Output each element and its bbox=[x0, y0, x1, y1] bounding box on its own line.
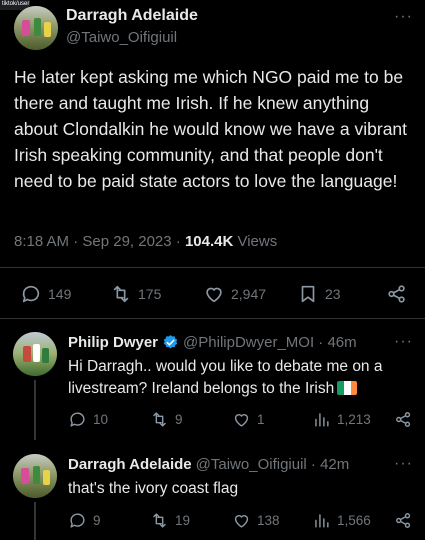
reply-button[interactable]: 10 bbox=[68, 410, 108, 429]
verified-badge-icon bbox=[163, 335, 178, 349]
views-chart-icon bbox=[315, 514, 329, 528]
tweet-timestamp[interactable]: 8:18 AM · Sep 29, 2023 · bbox=[14, 233, 185, 250]
thread-line bbox=[34, 380, 36, 440]
views-count: 1,213 bbox=[337, 412, 371, 427]
reply-header: Darragh Adelaide @Taiwo_Oifigiuil · 42m bbox=[68, 456, 349, 473]
heart-icon bbox=[206, 287, 222, 303]
avatar[interactable] bbox=[14, 6, 58, 50]
heart-icon bbox=[234, 414, 249, 427]
share-button[interactable] bbox=[386, 283, 408, 305]
retweet-count: 9 bbox=[175, 412, 183, 427]
reply-icon bbox=[70, 513, 85, 528]
reply-button[interactable]: 9 bbox=[68, 511, 101, 530]
retweet-button[interactable]: 19 bbox=[150, 511, 190, 530]
share-button[interactable] bbox=[394, 511, 413, 530]
tweet-text: He later kept asking me which NGO paid m… bbox=[14, 67, 408, 191]
bookmark-count: 23 bbox=[325, 286, 341, 302]
reply-icon bbox=[70, 412, 85, 427]
more-options-button[interactable]: ··· bbox=[394, 333, 413, 351]
bookmark-icon bbox=[301, 285, 315, 303]
divider bbox=[0, 318, 425, 319]
divider bbox=[0, 267, 425, 268]
views-count: 1,566 bbox=[337, 513, 371, 528]
retweet-count: 19 bbox=[175, 513, 191, 528]
reply-count: 149 bbox=[48, 286, 72, 302]
reply-icon bbox=[22, 285, 40, 303]
reply-count: 9 bbox=[93, 513, 101, 528]
thread-line bbox=[34, 502, 36, 540]
share-icon bbox=[396, 412, 411, 427]
reply-avatar[interactable] bbox=[13, 332, 57, 376]
tweet-meta: 8:18 AM · Sep 29, 2023 · 104.4K Views bbox=[14, 233, 277, 250]
author-handle[interactable]: @Taiwo_Oifigiuil bbox=[66, 29, 177, 46]
reply-avatar[interactable] bbox=[13, 454, 57, 498]
reply-author-handle[interactable]: @PhilipDwyer_MOI · 46m bbox=[183, 334, 357, 351]
reply-header: Philip Dwyer @PhilipDwyer_MOI · 46m bbox=[68, 334, 357, 351]
like-button[interactable]: 1 bbox=[232, 410, 265, 429]
views-button[interactable]: 1,213 bbox=[312, 410, 371, 429]
retweet-count: 175 bbox=[138, 286, 162, 302]
share-icon bbox=[388, 285, 405, 303]
reply-author-name[interactable]: Darragh Adelaide bbox=[68, 456, 192, 473]
views-label: Views bbox=[233, 233, 278, 250]
like-count: 2,947 bbox=[231, 286, 267, 302]
reply-count: 10 bbox=[93, 412, 109, 427]
retweet-icon bbox=[113, 285, 129, 303]
reply-text: that's the ivory coast flag bbox=[68, 480, 239, 497]
retweet-button[interactable]: 9 bbox=[150, 410, 183, 429]
author-name[interactable]: Darragh Adelaide bbox=[66, 7, 198, 25]
views-button[interactable]: 1,566 bbox=[312, 511, 371, 530]
reply-author-handle[interactable]: @Taiwo_Oifigiuil · 42m bbox=[196, 456, 350, 473]
irish-flag-emoji bbox=[337, 381, 358, 395]
views-chart-icon bbox=[315, 413, 329, 427]
retweet-icon bbox=[153, 513, 166, 528]
heart-icon bbox=[234, 515, 249, 528]
retweet-icon bbox=[153, 412, 166, 427]
retweet-button[interactable]: 175 bbox=[110, 283, 161, 305]
share-icon bbox=[396, 513, 411, 528]
share-button[interactable] bbox=[394, 410, 413, 429]
like-button[interactable]: 2,947 bbox=[203, 283, 266, 305]
reply-text: Hi Darragh.. would you like to debate me… bbox=[68, 356, 413, 400]
more-options-button[interactable]: ··· bbox=[394, 455, 413, 473]
bookmark-button[interactable]: 23 bbox=[297, 283, 341, 305]
reply-button[interactable]: 149 bbox=[20, 283, 71, 305]
reply-text-body: Hi Darragh.. would you like to debate me… bbox=[68, 358, 383, 397]
reply-author-name[interactable]: Philip Dwyer bbox=[68, 334, 158, 351]
more-options-button[interactable]: ··· bbox=[394, 8, 413, 26]
like-count: 1 bbox=[257, 412, 265, 427]
views-count: 104.4K bbox=[184, 233, 234, 250]
like-count: 138 bbox=[257, 513, 280, 528]
like-button[interactable]: 138 bbox=[232, 511, 280, 530]
